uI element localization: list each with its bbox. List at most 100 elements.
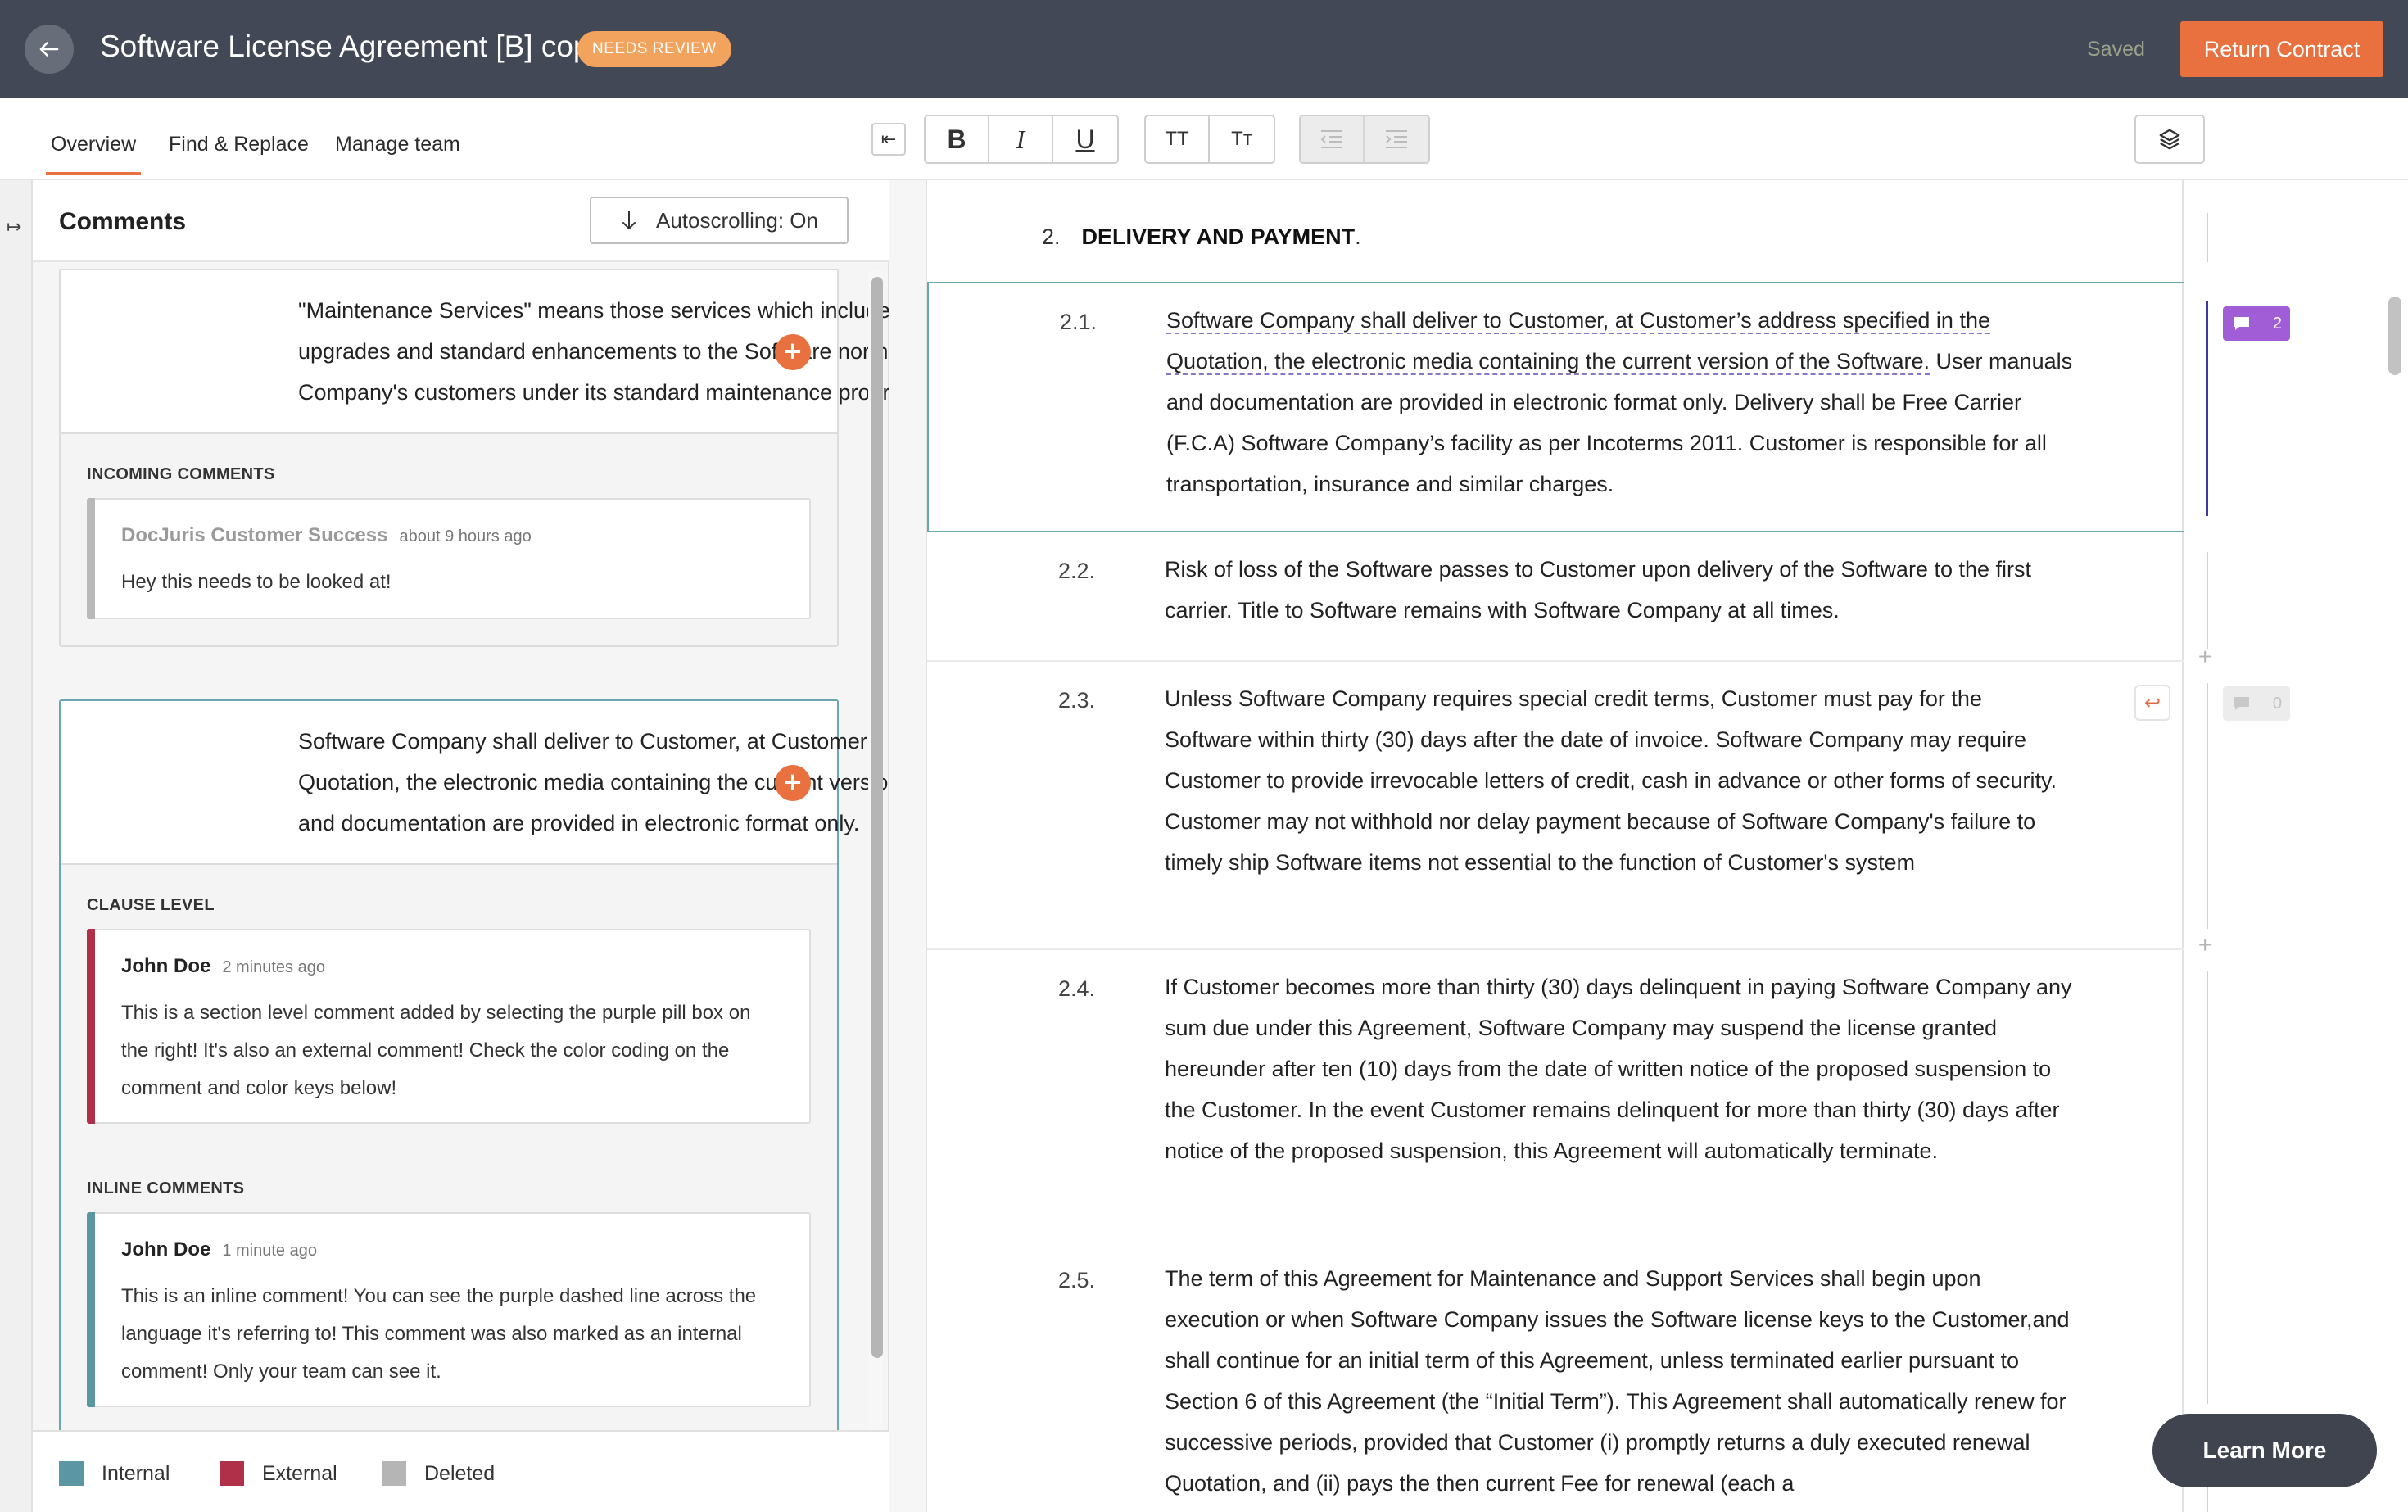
card-clause-preview: Software Company shall deliver to Custom… <box>61 701 1204 865</box>
autoscroll-label: Autoscrolling: On <box>656 207 818 233</box>
tab-manage-team[interactable]: Manage team <box>335 133 460 156</box>
collapse-left-icon: ⇤ <box>880 129 897 149</box>
legend-external: External <box>220 1461 337 1486</box>
clause-text[interactable]: The term of this Agreement for Maintenan… <box>1165 1258 2074 1504</box>
tab-overview[interactable]: Overview <box>45 133 142 175</box>
inline-comment-mark[interactable]: Software Company shall deliver to Custom… <box>1166 308 1990 375</box>
comment-count: 0 <box>2272 694 2282 713</box>
expand-right-icon[interactable]: ↦ <box>7 216 21 238</box>
capitalize-button[interactable]: Tт <box>1210 116 1274 162</box>
clause-number: 2.1. <box>1060 310 1098 334</box>
comment-author-line: John Doe 2 minutes ago <box>121 955 325 978</box>
add-clause-plus-icon[interactable]: + <box>2198 932 2211 958</box>
legend-swatch <box>220 1461 244 1486</box>
reply-button[interactable]: ↩ <box>2134 685 2170 721</box>
clause-text[interactable]: Risk of loss of the Software passes to C… <box>1165 549 2074 631</box>
document-area: 2. DELIVERY AND PAYMENT. 2.1. Software Co… <box>889 180 2185 1512</box>
document-title: Software License Agreement [B] copy <box>100 29 606 63</box>
arrow-left-icon <box>39 42 59 57</box>
text-format-group: B I U <box>924 115 1119 164</box>
uppercase-button[interactable]: TT <box>1146 116 1210 162</box>
comment-card-selected[interactable]: Software Company shall deliver to Custom… <box>59 699 1204 1512</box>
clause-comment-pill-empty[interactable]: 0 <box>2223 686 2290 721</box>
comments-panel: Comments Autoscrolling: On "Maintenance … <box>33 180 1204 1512</box>
tab-find-replace[interactable]: Find & Replace <box>169 133 309 156</box>
gutter-line <box>2207 552 2208 649</box>
comment-time: 2 minutes ago <box>222 958 325 976</box>
outdent-icon <box>1320 130 1342 148</box>
legend-swatch <box>382 1461 406 1486</box>
plus-icon: + <box>784 334 802 368</box>
card-clause-preview: "Maintenance Services" means those servi… <box>61 270 1130 434</box>
left-collapse-strip: ↦ <box>0 180 33 1512</box>
return-contract-button[interactable]: Return Contract <box>2180 21 2383 77</box>
comments-header: Comments Autoscrolling: On <box>33 180 889 262</box>
comment-author: DocJuris Customer Success <box>121 524 388 546</box>
comment-body: Hey this needs to be looked at! <box>121 571 392 593</box>
legend-internal: Internal <box>59 1461 170 1486</box>
comments-scrollbar-thumb[interactable] <box>871 277 883 1358</box>
section-heading: 2. DELIVERY AND PAYMENT. <box>1042 224 1361 250</box>
comment-bubble-icon <box>2234 317 2249 330</box>
color-legend: Internal External Deleted <box>33 1430 889 1512</box>
comment-time: about 9 hours ago <box>399 527 532 545</box>
underline-button[interactable]: U <box>1053 116 1117 162</box>
clause-number: 2.5. <box>1058 1268 1096 1292</box>
clause-text[interactable]: Software Company shall deliver to Custom… <box>1166 300 2075 505</box>
comment-card[interactable]: "Maintenance Services" means those servi… <box>59 269 1130 647</box>
clause-text[interactable]: If Customer becomes more than thirty (30… <box>1165 967 2074 1171</box>
add-comment-button[interactable]: + <box>775 334 811 370</box>
top-bar: Software License Agreement [B] copy NEED… <box>0 0 2408 98</box>
reply-arrow-icon: ↩ <box>2143 691 2161 714</box>
autoscroll-toggle-button[interactable]: Autoscrolling: On <box>590 197 849 244</box>
italic-button[interactable]: I <box>989 116 1053 162</box>
learn-more-button[interactable]: Learn More <box>2152 1414 2377 1487</box>
comment-gutter: + + 2 0 <box>2184 180 2408 1512</box>
gutter-line-active <box>2206 301 2208 516</box>
clause-2-2[interactable]: 2.2. Risk of loss of the Software passes… <box>927 532 2185 662</box>
tab-toolbar-bar: Overview Find & Replace Manage team ⇤ B … <box>0 98 2408 180</box>
comment-item[interactable]: John Doe 2 minutes ago This is a section … <box>87 929 811 1124</box>
comment-author-line: John Doe 1 minute ago <box>121 1238 317 1261</box>
section-label: CLAUSE LEVEL <box>87 896 215 914</box>
add-clause-plus-icon[interactable]: + <box>2198 644 2211 670</box>
layers-button[interactable] <box>2134 115 2205 164</box>
clause-2-4[interactable]: 2.4. If Customer becomes more than thirt… <box>927 950 2185 1242</box>
collapse-panel-button[interactable]: ⇤ <box>871 123 906 156</box>
gutter-line <box>2207 213 2208 262</box>
layers-icon <box>2159 129 2180 150</box>
legend-label: Internal <box>102 1461 170 1485</box>
legend-swatch <box>59 1461 84 1486</box>
section-title: DELIVERY AND PAYMENT <box>1081 224 1356 249</box>
document-page: 2. DELIVERY AND PAYMENT. 2.1. Software Co… <box>926 180 2185 1512</box>
clause-2-1[interactable]: 2.1. Software Company shall deliver to C… <box>927 282 2185 532</box>
comment-item[interactable]: John Doe 1 minute ago This is an inline c… <box>87 1212 811 1407</box>
comment-color-bar <box>87 498 95 619</box>
plus-icon: + <box>784 765 802 799</box>
comment-author: John Doe <box>121 1238 211 1261</box>
section-title-suffix: . <box>1355 224 1361 249</box>
clause-2-3[interactable]: 2.3. Unless Software Company requires sp… <box>927 662 2185 950</box>
indent-icon <box>1386 130 1407 148</box>
comment-count: 2 <box>2272 314 2282 333</box>
comment-author: John Doe <box>121 955 211 977</box>
gutter-line <box>2207 683 2208 929</box>
outdent-button[interactable] <box>1301 116 1365 162</box>
text-case-group: TT Tт <box>1144 115 1275 164</box>
clause-number: 2.3. <box>1058 688 1096 713</box>
document-scrollbar-thumb[interactable] <box>2388 297 2401 375</box>
save-status: Saved <box>2087 38 2145 61</box>
comment-item[interactable]: DocJuris Customer Success about 9 hours a… <box>87 498 811 619</box>
comment-body: This is an inline comment! You can see t… <box>121 1285 757 1383</box>
legend-deleted: Deleted <box>382 1461 495 1486</box>
section-number: 2. <box>1042 224 1061 249</box>
back-button[interactable] <box>25 25 74 74</box>
clause-text[interactable]: Unless Software Company requires special… <box>1165 678 2074 883</box>
clause-comment-pill[interactable]: 2 <box>2223 306 2290 341</box>
bold-button[interactable]: B <box>926 116 989 162</box>
clause-2-5[interactable]: 2.5. The term of this Agreement for Main… <box>927 1242 2185 1512</box>
indent-button[interactable] <box>1365 116 1428 162</box>
status-badge: NEEDS REVIEW <box>577 31 731 67</box>
legend-label: Deleted <box>424 1461 496 1485</box>
add-comment-button[interactable]: + <box>775 765 811 801</box>
